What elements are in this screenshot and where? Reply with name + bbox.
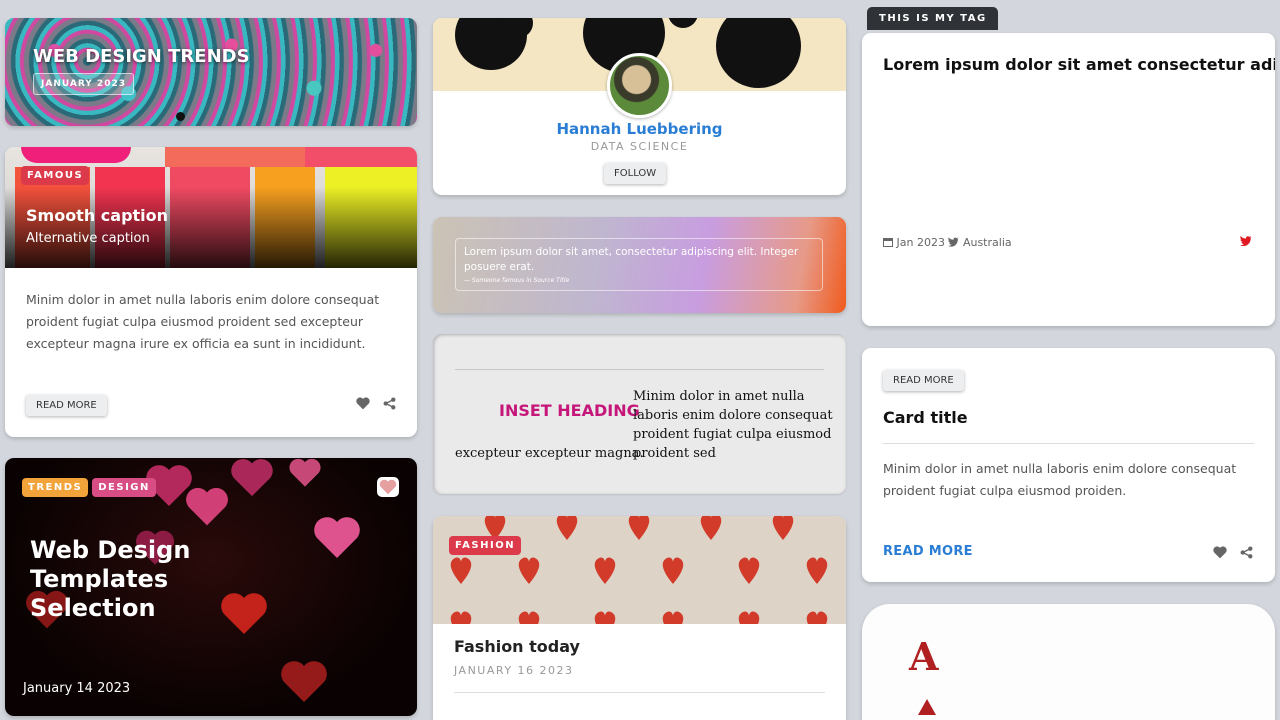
twitter-icon[interactable] <box>1240 236 1252 246</box>
heart-icon[interactable] <box>377 477 399 497</box>
card-title: Card title <box>883 408 968 427</box>
card-smooth-caption: FAMOUS Smooth caption Alternative captio… <box>5 147 417 437</box>
card-ace: A <box>862 604 1275 720</box>
inset-heading: INSET HEADING <box>499 401 640 420</box>
card-fashion: FASHION Fashion today JANUARY 16 2023 <box>433 516 846 720</box>
meta-location: Australia <box>962 236 1012 249</box>
blockquote: Lorem ipsum dolor sit amet, consectetur … <box>455 238 823 291</box>
card-title: Fashion today <box>454 637 580 656</box>
card-quote: Lorem ipsum dolor sit amet, consectetur … <box>433 217 846 313</box>
profile-name[interactable]: Hannah Luebbering <box>433 120 846 138</box>
card-profile: Hannah Luebbering DATA SCIENCE FOLLOW <box>433 18 846 195</box>
meta-date: Jan 2023 <box>896 236 945 249</box>
card-title: Web Design Templates Selection <box>30 536 191 622</box>
card-tab-label: THIS IS MY TAG <box>867 7 998 30</box>
category-tag[interactable]: FAMOUS <box>21 166 90 185</box>
share-icon[interactable] <box>1240 546 1253 559</box>
heart-icon[interactable] <box>1213 546 1227 559</box>
card-letter: A <box>909 634 939 679</box>
card-date: JANUARY 16 2023 <box>454 664 574 677</box>
divider <box>454 692 825 693</box>
divider <box>883 443 1254 444</box>
read-more-link[interactable]: READ MORE <box>883 544 973 559</box>
avatar[interactable] <box>607 53 672 118</box>
card-web-design-trends[interactable]: WEB DESIGN TRENDS JANUARY 2023 <box>5 18 417 126</box>
alternative-caption: Alternative caption <box>26 231 150 246</box>
caption: Smooth caption <box>26 206 169 225</box>
read-more-button[interactable]: READ MORE <box>26 395 107 416</box>
heart-icon[interactable] <box>356 397 370 410</box>
profile-role: DATA SCIENCE <box>590 140 689 153</box>
tag-trends[interactable]: TRENDS <box>22 478 89 497</box>
tag-design[interactable]: DESIGN <box>92 478 156 497</box>
quote-citation: — Someone famous in Source Title <box>464 277 570 284</box>
tag-list: TRENDS DESIGN <box>22 477 160 497</box>
twitter-icon <box>948 237 960 247</box>
card-basic: READ MORE Card title Minim dolor in amet… <box>862 348 1275 582</box>
date-badge: JANUARY 2023 <box>33 73 134 95</box>
card-title: WEB DESIGN TRENDS <box>33 46 250 67</box>
card-date: January 14 2023 <box>23 681 131 696</box>
divider <box>455 369 824 370</box>
card-meta: Jan 2023 Australia <box>883 236 1012 249</box>
card-tagged: Lorem ipsum dolor sit amet consectetur a… <box>862 33 1275 326</box>
category-tag[interactable]: FASHION <box>449 536 522 555</box>
share-icon[interactable] <box>383 397 396 410</box>
carousel-dot[interactable] <box>176 112 185 121</box>
calendar-icon <box>883 238 893 247</box>
card-body-text: Minim dolor in amet nulla laboris enim d… <box>26 292 380 351</box>
card-body-text: Minim dolor in amet nulla laboris enim d… <box>883 461 1237 498</box>
card-inset-heading: INSET HEADING Minim dolor in amet nulla … <box>433 334 846 494</box>
inset-text-continued: excepteur excepteur magna. <box>455 446 644 461</box>
follow-button[interactable]: FOLLOW <box>604 163 667 184</box>
inset-text: Minim dolor in amet nulla laboris enim d… <box>633 389 833 461</box>
card-web-design-templates[interactable]: TRENDS DESIGN Web Design Templates Select… <box>5 458 417 716</box>
card-title[interactable]: Lorem ipsum dolor sit amet consectetur a… <box>883 55 1275 74</box>
spade-icon <box>918 699 936 715</box>
read-more-button[interactable]: READ MORE <box>883 370 964 391</box>
quote-text: Lorem ipsum dolor sit amet, consectetur … <box>464 246 799 273</box>
card-image <box>433 516 846 624</box>
